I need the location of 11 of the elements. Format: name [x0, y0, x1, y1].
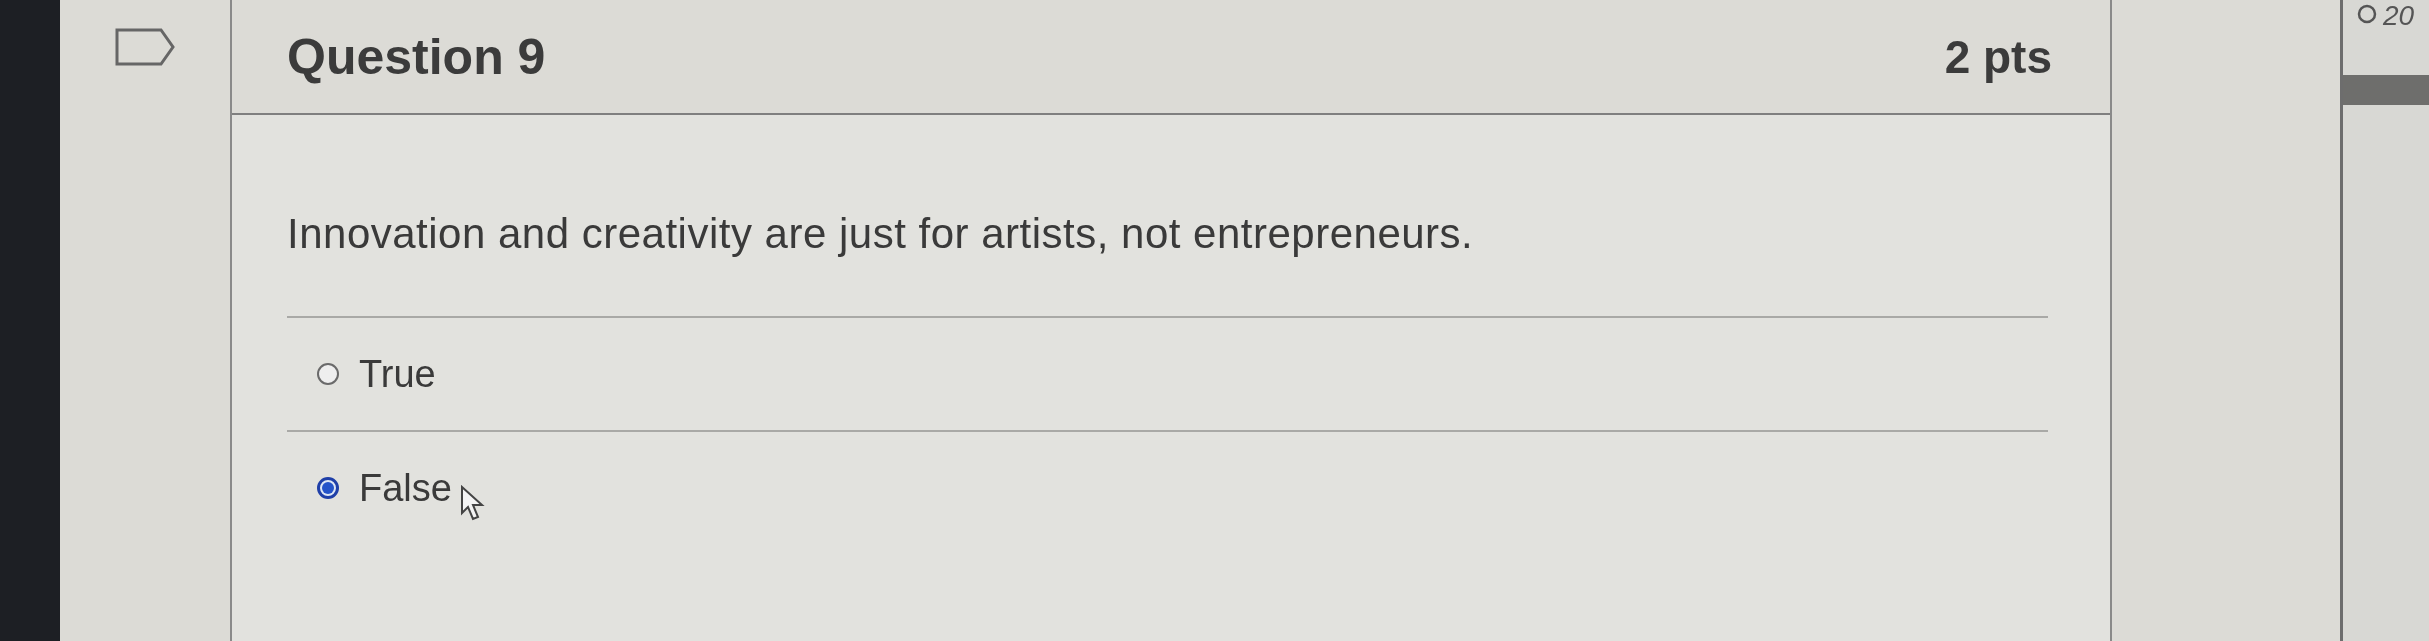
- answer-label: True: [359, 352, 436, 396]
- note-text: 20: [2383, 0, 2415, 32]
- copyright-icon: [2357, 4, 2377, 24]
- flag-icon[interactable]: [115, 28, 175, 66]
- question-title: Question 9: [287, 27, 546, 86]
- points-label: 2 pts: [1944, 29, 2052, 84]
- radio-button[interactable]: [317, 363, 339, 385]
- cursor-icon: [459, 485, 486, 521]
- radio-button[interactable]: [317, 477, 339, 499]
- answer-label: False: [359, 466, 452, 510]
- question-text: Innovation and creativity are just for artists, not entrepreneurs.: [287, 210, 1475, 258]
